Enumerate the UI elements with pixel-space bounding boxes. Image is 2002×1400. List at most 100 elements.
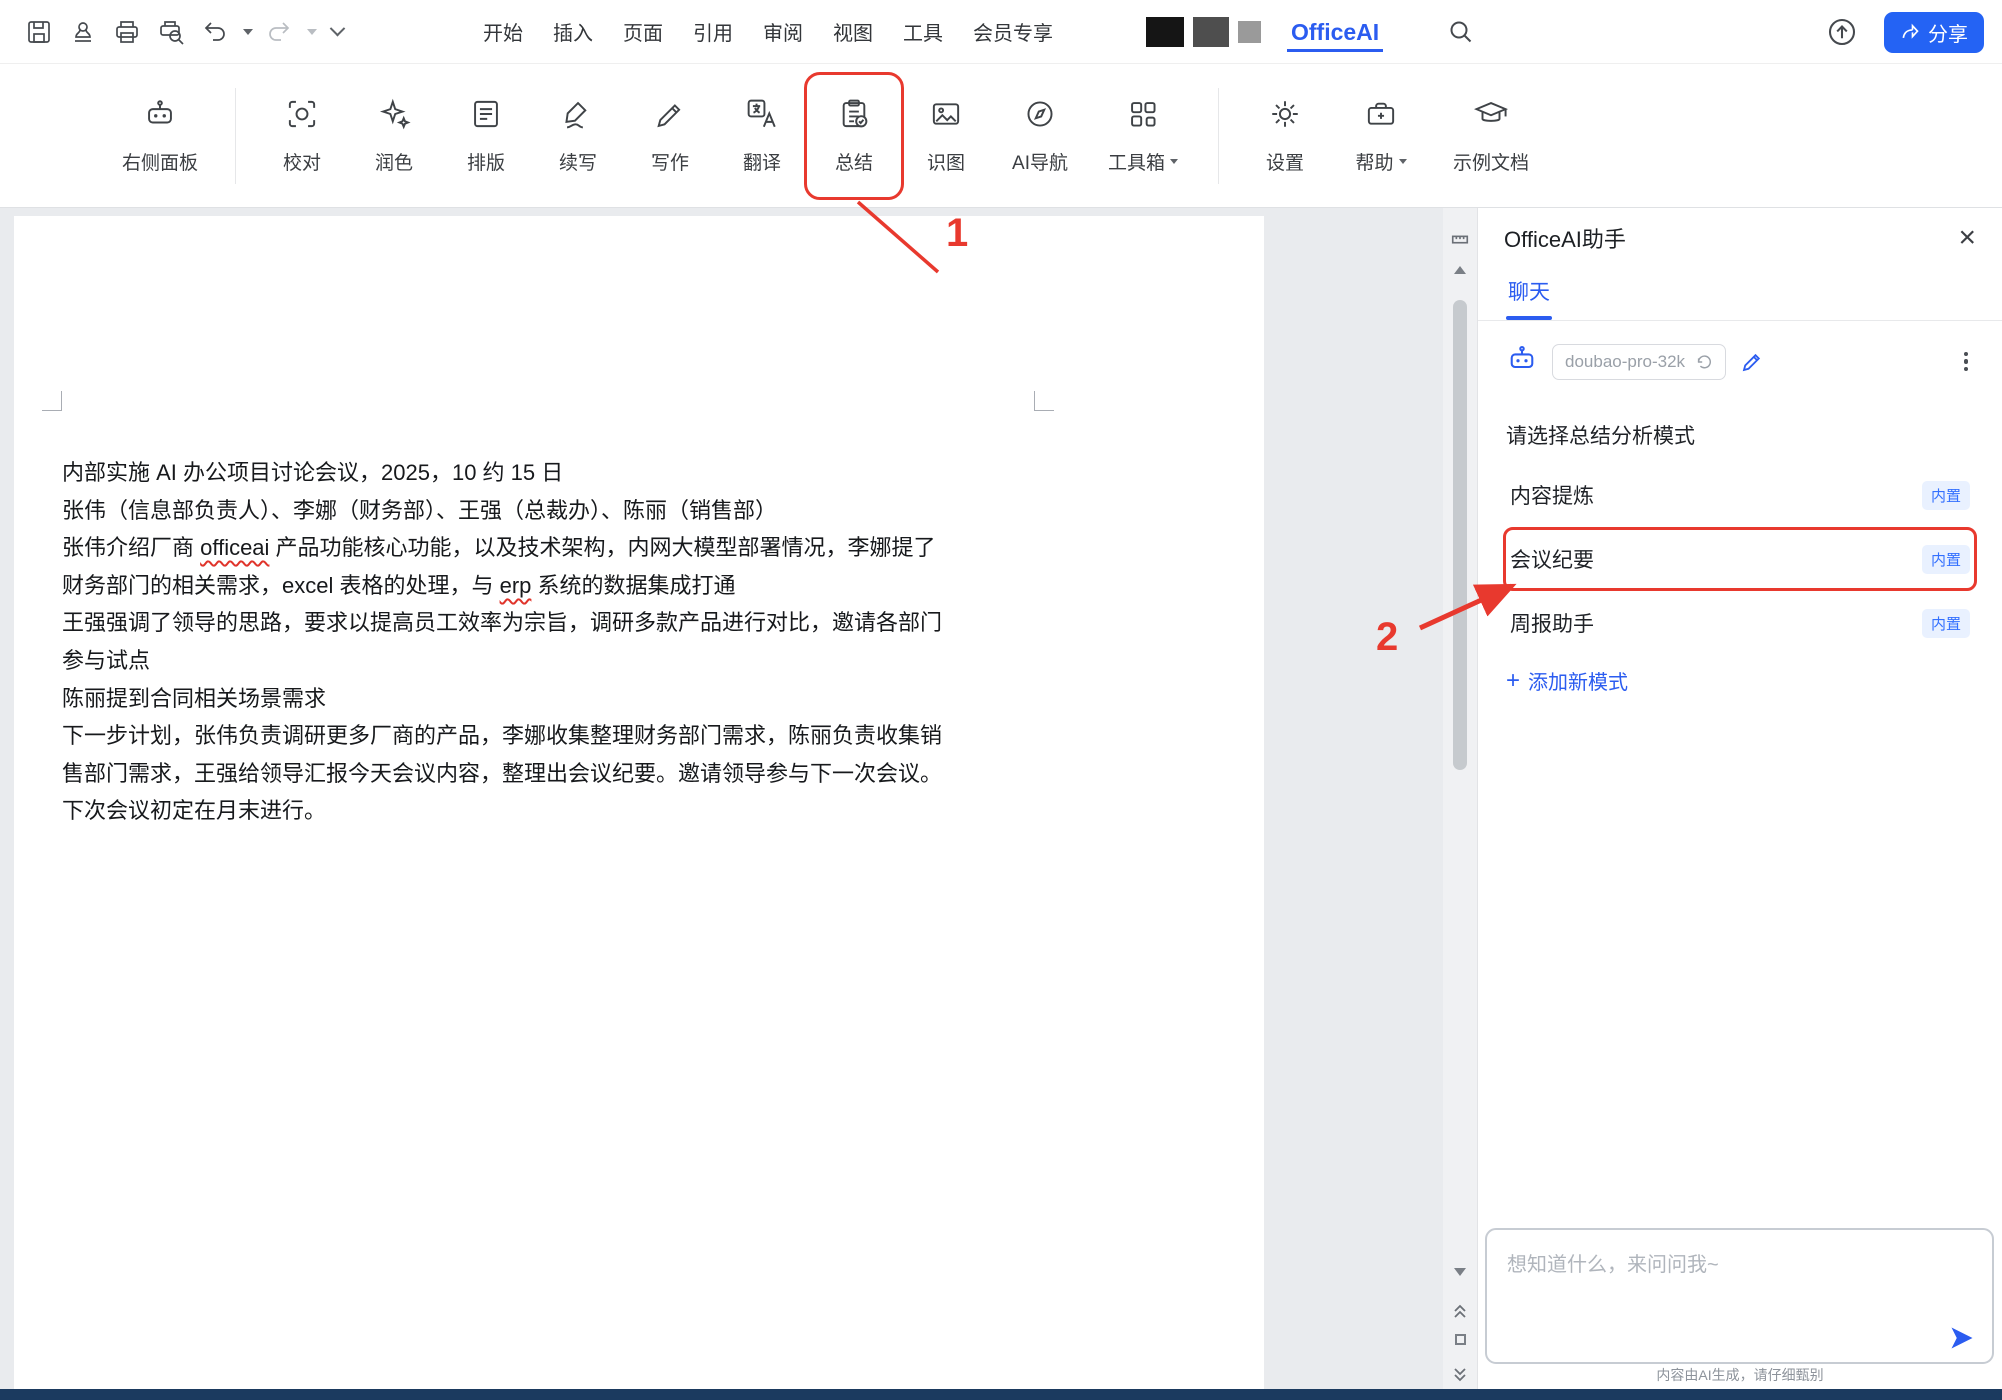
typeset-button[interactable]: 排版	[440, 76, 532, 196]
stamp-icon[interactable]	[64, 10, 102, 54]
previous-page-icon[interactable]	[1443, 1302, 1477, 1320]
ribbon-button-label: 识图	[927, 148, 965, 175]
builtin-badge: 内置	[1922, 545, 1970, 574]
close-icon[interactable]: ×	[1958, 223, 1976, 253]
gear-icon	[1268, 97, 1302, 136]
panel-tabs: 聊天	[1478, 268, 2002, 321]
print-preview-icon[interactable]	[152, 10, 190, 54]
robot-icon	[143, 97, 177, 136]
redo-dropdown-caret[interactable]	[304, 10, 320, 54]
proofread-button[interactable]: 校对	[256, 76, 348, 196]
chat-input[interactable]	[1487, 1230, 1992, 1362]
ribbon-button-label: AI导航	[1012, 148, 1068, 175]
plus-icon: +	[1506, 669, 1520, 693]
menu-item-page[interactable]: 页面	[608, 3, 678, 60]
document-area: 内部实施 AI 办公项目讨论会议，2025，10 约 15 日 张伟（信息部负责…	[0, 208, 1443, 1389]
mode-content-refine[interactable]: 内容提炼 内置	[1506, 466, 1974, 524]
pen-wave-icon	[561, 97, 595, 136]
scroll-down-arrow[interactable]	[1443, 1268, 1477, 1276]
sample-docs-button[interactable]: 示例文档	[1431, 76, 1551, 196]
misspelled-word: erp	[500, 573, 532, 598]
save-icon[interactable]	[20, 10, 58, 54]
ribbon-button-label: 润色	[375, 148, 413, 175]
help-button[interactable]: 帮助	[1331, 76, 1431, 196]
menu-item-member[interactable]: 会员专享	[958, 3, 1068, 60]
ribbon-button-label: 设置	[1266, 148, 1304, 175]
print-icon[interactable]	[108, 10, 146, 54]
edit-model-icon[interactable]	[1740, 350, 1764, 374]
menubar-right-cluster: 分享	[1822, 0, 1984, 64]
add-mode-label: 添加新模式	[1528, 666, 1628, 695]
mode-prompt: 请选择总结分析模式	[1506, 420, 1974, 450]
doc-line: 陈丽提到合同相关场景需求	[62, 680, 1092, 718]
share-button[interactable]: 分享	[1884, 12, 1984, 53]
next-page-icon[interactable]	[1443, 1366, 1477, 1384]
right-panel-button[interactable]: 右侧面板	[105, 76, 215, 196]
help-kit-icon	[1364, 97, 1398, 136]
menu-item-review[interactable]: 审阅	[748, 3, 818, 60]
upload-icon[interactable]	[1822, 12, 1862, 52]
doc-line: 下次会议初定在月末进行。	[62, 792, 1092, 830]
mode-weekly-report[interactable]: 周报助手 内置	[1506, 594, 1974, 652]
ribbon-button-label: 翻译	[743, 148, 781, 175]
translate-button[interactable]: 翻译	[716, 76, 808, 196]
margin-crop-mark	[42, 391, 62, 411]
scroll-up-arrow[interactable]	[1443, 266, 1477, 274]
doc-line: 内部实施 AI 办公项目讨论会议，2025，10 约 15 日	[62, 454, 1092, 492]
tab-chat[interactable]: 聊天	[1506, 268, 1552, 320]
send-icon[interactable]	[1948, 1324, 1976, 1352]
writing-button[interactable]: 写作	[624, 76, 716, 196]
menu-item-view[interactable]: 视图	[818, 3, 888, 60]
add-mode-button[interactable]: + 添加新模式	[1506, 666, 1628, 695]
ai-navigation-button[interactable]: AI导航	[992, 76, 1088, 196]
mode-meeting-minutes[interactable]: 会议纪要 内置	[1506, 530, 1974, 588]
model-name: doubao-pro-32k	[1565, 352, 1685, 372]
doc-line: 售部门需求，王强给领导汇报今天会议内容，整理出会议纪要。邀请领导参与下一次会议。	[62, 755, 1092, 793]
summarize-button[interactable]: 总结	[808, 76, 900, 196]
builtin-badge: 内置	[1922, 481, 1970, 510]
translate-icon	[745, 97, 779, 136]
image-recognition-button[interactable]: 识图	[900, 76, 992, 196]
menu-item-officeai-active[interactable]: OfficeAI	[1287, 11, 1383, 52]
redo-icon[interactable]	[260, 10, 298, 54]
model-selector[interactable]: doubao-pro-32k	[1552, 344, 1726, 380]
menu-item-tools[interactable]: 工具	[888, 3, 958, 60]
document-page[interactable]: 内部实施 AI 办公项目讨论会议，2025，10 约 15 日 张伟（信息部负责…	[14, 216, 1264, 1389]
ai-disclaimer: 内容由AI生成，请仔细甄别	[1478, 1365, 2002, 1385]
toolbar-more-chevron-icon[interactable]	[324, 10, 350, 54]
doc-line: 张伟（信息部负责人）、李娜（财务部）、王强（总裁办）、陈丽（销售部）	[62, 492, 1092, 530]
ruler-toggle-icon[interactable]	[1443, 230, 1477, 250]
ribbon-divider	[1218, 88, 1219, 184]
menu-item-insert[interactable]: 插入	[538, 3, 608, 60]
menu-item-reference[interactable]: 引用	[678, 3, 748, 60]
toolbox-grid-icon	[1126, 97, 1160, 136]
misspelled-word: officeai	[200, 535, 269, 560]
mode-label: 会议纪要	[1510, 544, 1594, 574]
clipboard-summary-icon	[837, 97, 871, 136]
ribbon-button-label: 示例文档	[1453, 148, 1529, 175]
margin-crop-mark	[1034, 391, 1054, 411]
redacted-block	[1146, 17, 1184, 47]
image-icon	[929, 97, 963, 136]
undo-dropdown-caret[interactable]	[240, 10, 256, 54]
kebab-menu-icon[interactable]	[1958, 345, 1975, 379]
builtin-badge: 内置	[1922, 609, 1970, 638]
scrollbar-thumb[interactable]	[1453, 300, 1467, 770]
chat-input-box	[1485, 1228, 1994, 1364]
search-icon[interactable]	[1441, 10, 1481, 54]
redacted-block	[1193, 17, 1229, 47]
polish-button[interactable]: 润色	[348, 76, 440, 196]
pencil-icon	[653, 97, 687, 136]
menu-item-home[interactable]: 开始	[468, 3, 538, 60]
continue-writing-button[interactable]: 续写	[532, 76, 624, 196]
toolbox-button[interactable]: 工具箱	[1088, 76, 1198, 196]
select-browse-object-icon[interactable]	[1443, 1334, 1477, 1345]
document-text: 内部实施 AI 办公项目讨论会议，2025，10 约 15 日 张伟（信息部负责…	[62, 454, 1092, 830]
menu-bar: 开始 插入 页面 引用 审阅 视图 工具 会员专享 OfficeAI 分享	[0, 0, 2002, 64]
undo-icon[interactable]	[196, 10, 234, 54]
officeai-assistant-panel: OfficeAI助手 × 聊天 doubao-pro-32k 请选择总结分析模式…	[1477, 208, 2002, 1389]
doc-line: 王强强调了领导的思路，要求以提高员工效率为宗旨，调研多款产品进行对比，邀请各部门	[62, 604, 1092, 642]
officeai-ribbon: 右侧面板 校对 润色 排版 续写 写作 翻译 总结	[0, 64, 2002, 208]
app-window: 开始 插入 页面 引用 审阅 视图 工具 会员专享 OfficeAI 分享	[0, 0, 2002, 1400]
settings-button[interactable]: 设置	[1239, 76, 1331, 196]
